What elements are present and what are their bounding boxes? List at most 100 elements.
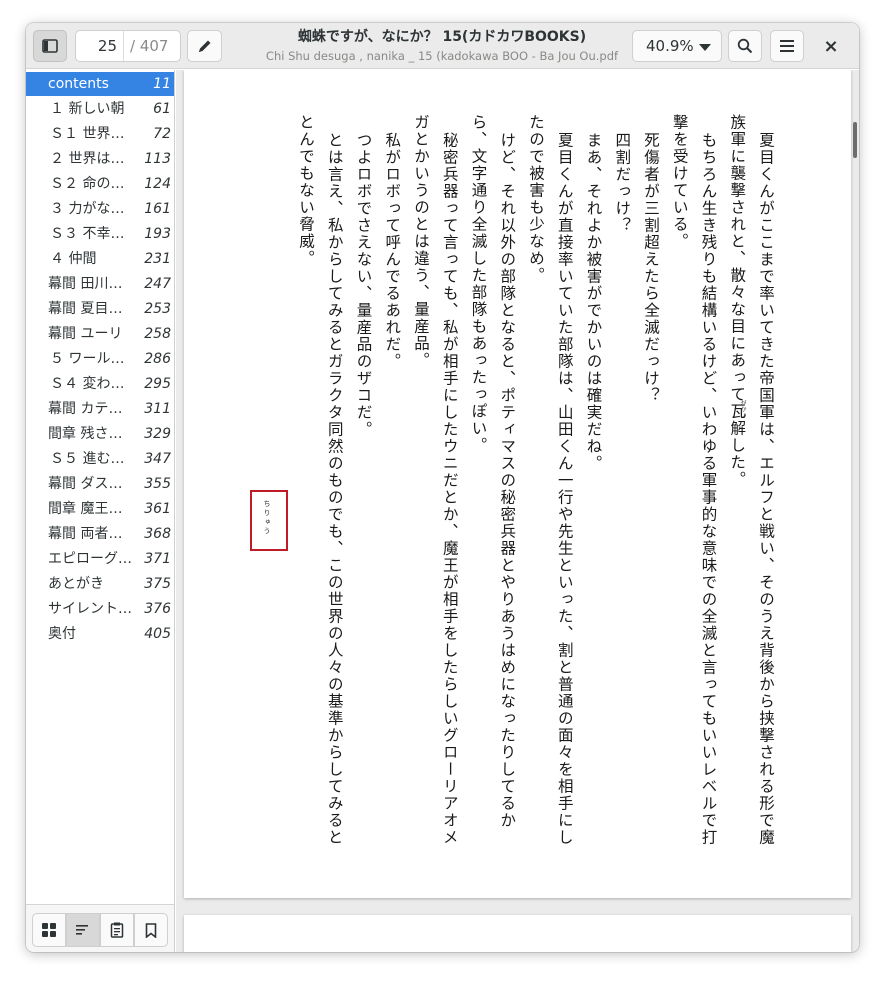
toc-item[interactable]: Ｓ２ 命の… 124 xyxy=(26,172,174,196)
toc-item-label: 幕間 ダス… xyxy=(48,476,123,492)
toc-item[interactable]: Ｓ３ 不幸… 193 xyxy=(26,222,174,246)
toc-item-label: Ｓ１ 世界… xyxy=(50,126,125,142)
text-column: たので被害も少なめ。 xyxy=(527,114,545,284)
toc-item[interactable]: 幕間 両者… 368 xyxy=(26,522,174,546)
document-filename: Chi Shu desuga , nanika _ 15 (kadokawa B… xyxy=(265,49,619,63)
toc-item[interactable]: ５ ワール… 286 xyxy=(26,347,174,371)
toc-item-page-number: 295 xyxy=(144,376,171,392)
document-view[interactable]: ちりゅう がかい 夏目くんがここまで率いてきた帝国軍は、エルフと戦い、そのうえ背… xyxy=(176,70,859,952)
toc-item-label: あとがき xyxy=(48,576,104,592)
toc-item-label: 幕間 カテ… xyxy=(48,401,123,417)
toc-item-page-number: 355 xyxy=(144,476,171,492)
toc-item[interactable]: エピローグ… 371 xyxy=(26,547,174,571)
text-column: ガとかいうのとは違う、量産品。 xyxy=(412,114,430,369)
toc-item-page-number: 361 xyxy=(144,501,171,517)
outline-list-icon xyxy=(76,924,90,936)
toc-item-label: １ 新しい朝 xyxy=(50,101,125,117)
toc-item-page-number: 247 xyxy=(144,276,171,292)
search-button[interactable] xyxy=(728,30,762,62)
zoom-value: 40.9% xyxy=(646,37,694,55)
bookmark-icon xyxy=(145,922,157,938)
toc-item-page-number: 376 xyxy=(144,601,171,617)
text-column: ら、文字通り全滅した部隊もあったっぽい。 xyxy=(469,114,488,454)
toc-item-label: 間章 残さ… xyxy=(48,426,123,442)
window-title: 蜘蛛ですが、なにか？ 15(カドカワBOOKS) Chi Shu desuga … xyxy=(226,28,658,64)
text-column: 秘密兵器って言っても、私が相手にしたウニだとか、魔王が相手をしたらしいグローリア… xyxy=(440,132,459,846)
text-column: とんでもない脅威。 xyxy=(297,114,315,267)
toc-item[interactable]: サイレント… 376 xyxy=(26,597,174,621)
toc-item[interactable]: 幕間 夏目… 253 xyxy=(26,297,174,321)
toc-item-page-number: 311 xyxy=(144,401,171,417)
toc-item-label: contents xyxy=(48,76,109,92)
outline-view-button[interactable] xyxy=(66,913,100,947)
toc-item[interactable]: 間章 魔王… 361 xyxy=(26,497,174,521)
toc-item-page-number: 61 xyxy=(153,101,171,117)
toc-item-label: Ｓ４ 変わ… xyxy=(50,376,125,392)
document-page: ちりゅう がかい 夏目くんがここまで率いてきた帝国軍は、エルフと戦い、そのうえ背… xyxy=(184,70,851,898)
text-column: 族軍に襲撃されと、散々な目にあって瓦解した。 xyxy=(728,114,747,488)
close-button[interactable]: × xyxy=(821,35,841,57)
toc-item[interactable]: 幕間 ダス… 355 xyxy=(26,472,174,496)
annotate-button[interactable] xyxy=(187,30,222,62)
toc-item-page-number: 329 xyxy=(144,426,171,442)
toc-item[interactable]: 幕間 田川… 247 xyxy=(26,272,174,296)
document-title: 蜘蛛ですが、なにか？ 15(カドカワBOOKS) xyxy=(297,29,587,45)
toc-item-label: 奥付 xyxy=(48,626,76,642)
search-icon xyxy=(737,38,753,54)
toc-item-label: 幕間 ユーリ xyxy=(48,326,123,342)
toc-item[interactable]: Ｓ４ 変わ… 295 xyxy=(26,372,174,396)
toc-item[interactable]: 間章 残さ… 329 xyxy=(26,422,174,446)
bookmarks-view-button[interactable] xyxy=(134,913,168,947)
toc-item-page-number: 231 xyxy=(144,251,171,267)
total-pages-label: / 407 xyxy=(130,37,169,55)
sidebar-toggle-button[interactable] xyxy=(33,30,67,62)
toc-item[interactable]: Ｓ５ 進む… 347 xyxy=(26,447,174,471)
zoom-dropdown[interactable]: 40.9% xyxy=(632,30,722,62)
text-column: まあ、それよか被害がでかいのは確実だね。 xyxy=(584,132,603,472)
header-bar: 25 / 407 蜘蛛ですが、なにか？ 15(カドカワBOOKS) Chi Sh… xyxy=(26,23,859,69)
text-column: 夏目くんが直接率いていた部隊は、山田くん一行や先生といった、割と普通の面々を相手… xyxy=(555,132,574,846)
toc-item-selected[interactable]: contents 11 xyxy=(26,72,174,96)
ruby-text: ちりゅう xyxy=(263,500,271,536)
text-column: 死傷者が三割超えたら全滅だっけ？ xyxy=(642,132,660,404)
thumbnails-view-button[interactable] xyxy=(32,913,66,947)
chevron-down-icon xyxy=(699,44,711,51)
toc-item-label: Ｓ３ 不幸… xyxy=(50,226,125,242)
current-page-input[interactable]: 25 xyxy=(76,31,124,61)
toc-item-label: サイレント… xyxy=(48,601,132,617)
toc-item-label: Ｓ５ 進む… xyxy=(50,451,125,467)
toc-item-label: エピローグ… xyxy=(48,551,132,567)
toc-item[interactable]: 奥付 405 xyxy=(26,622,174,646)
toc-item-label: Ｓ２ 命の… xyxy=(50,176,125,192)
text-column: けど、それ以外の部隊となると、ポティマスの秘密兵器とやりあうはめになったりしてる… xyxy=(498,132,517,829)
annotations-view-button[interactable] xyxy=(100,913,134,947)
page-number-entry[interactable]: 25 / 407 xyxy=(75,30,181,62)
toc-item[interactable]: 幕間 カテ… 311 xyxy=(26,397,174,421)
toc-item[interactable]: Ｓ１ 世界… 72 xyxy=(26,122,174,146)
toc-item-page-number: 113 xyxy=(144,151,171,167)
toc-item[interactable]: ４ 仲間 231 xyxy=(26,247,174,271)
text-column: とは言え、私からしてみるとガラクタ同然のものでも、この世界の人々の基準からしてみ… xyxy=(325,132,344,846)
toc-item-label: ４ 仲間 xyxy=(50,251,97,267)
toc-item-label: 間章 魔王… xyxy=(48,501,123,517)
toc-item-page-number: 286 xyxy=(144,351,171,367)
pencil-icon xyxy=(197,38,213,54)
close-icon: × xyxy=(823,35,839,57)
notes-icon xyxy=(110,922,124,938)
toc-item[interactable]: あとがき 375 xyxy=(26,572,174,596)
outline-sidebar: contents 11 １ 新しい朝 61 Ｓ１ 世界… 72 ２ 世界は… 113 Ｓ２ 命の… xyxy=(26,70,175,952)
main-menu-button[interactable] xyxy=(770,30,804,62)
sidebar-view-switcher xyxy=(26,904,174,952)
toc-item[interactable]: １ 新しい朝 61 xyxy=(26,97,174,121)
toc-item[interactable]: ３ 力がな… 161 xyxy=(26,197,174,221)
toc-item[interactable]: 幕間 ユーリ 258 xyxy=(26,322,174,346)
text-column: 四割だっけ？ xyxy=(613,132,632,234)
toc-item-label: ２ 世界は… xyxy=(50,151,125,167)
vertical-scrollbar[interactable] xyxy=(853,122,857,158)
toc-item[interactable]: ２ 世界は… 113 xyxy=(26,147,174,171)
text-column: 夏目くんがここまで率いてきた帝国軍は、エルフと戦い、そのうえ背後から挟撃される形… xyxy=(757,132,775,846)
toc-item-page-number: 11 xyxy=(153,76,171,92)
toc-item-label: ５ ワール… xyxy=(50,351,125,367)
toc-item-page-number: 72 xyxy=(153,126,171,142)
annotation-highlight[interactable]: ちりゅう xyxy=(250,490,288,551)
